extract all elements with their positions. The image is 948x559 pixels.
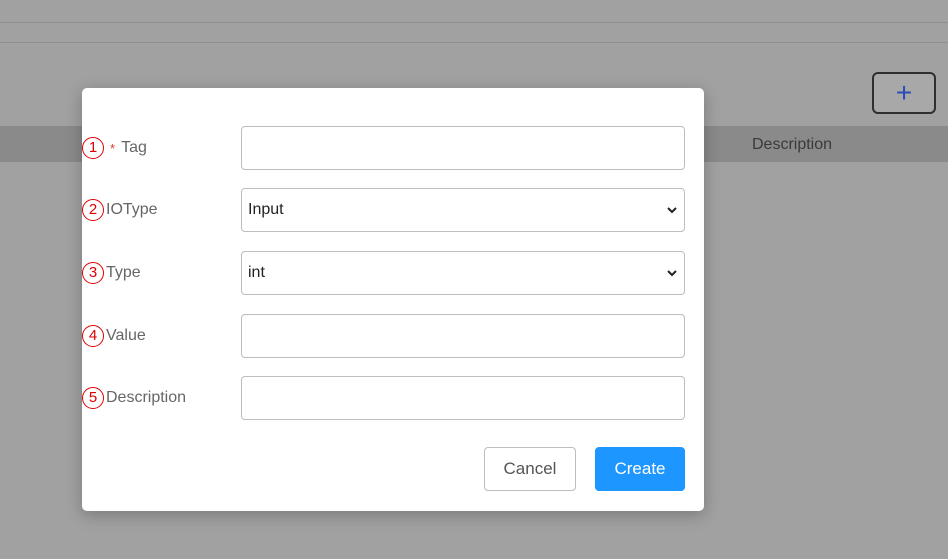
- field-label: Value: [106, 327, 146, 344]
- field-label: Description: [106, 389, 187, 406]
- plus-icon: +: [895, 77, 913, 108]
- field-label: Type: [106, 264, 141, 281]
- add-button[interactable]: +: [872, 72, 936, 114]
- iotype-select[interactable]: Input: [241, 188, 685, 232]
- description-input[interactable]: [241, 376, 685, 420]
- cancel-button[interactable]: Cancel: [484, 447, 576, 491]
- annotation-number: 1: [82, 137, 104, 159]
- chevron-down-icon: [667, 270, 677, 277]
- iotype-label: 2 IOType: [82, 188, 158, 232]
- annotation-number: 4: [82, 325, 104, 347]
- annotation-number: 3: [82, 262, 104, 284]
- divider: [0, 22, 948, 23]
- divider: [0, 42, 948, 43]
- description-label: 5 Description: [82, 376, 186, 420]
- field-label: Tag: [121, 139, 147, 156]
- type-label: 3 Type: [82, 251, 141, 295]
- annotation-number: 5: [82, 387, 104, 409]
- type-select[interactable]: int: [241, 251, 685, 295]
- value-label: 4 Value: [82, 314, 146, 358]
- form-row-type: 3 Type int: [82, 251, 704, 295]
- create-tag-dialog: 1 * Tag 2 IOType Input 3 Type int 4 Valu…: [82, 88, 704, 511]
- create-button[interactable]: Create: [595, 447, 685, 491]
- form-row-tag: 1 * Tag: [82, 126, 704, 170]
- form-row-description: 5 Description: [82, 376, 704, 420]
- table-header-description: Description: [752, 136, 833, 153]
- value-input[interactable]: [241, 314, 685, 358]
- annotation-number: 2: [82, 199, 104, 221]
- field-label: IOType: [106, 201, 158, 218]
- iotype-selected-value: Input: [248, 201, 284, 218]
- required-marker: *: [110, 140, 116, 156]
- type-selected-value: int: [248, 264, 265, 281]
- form-row-iotype: 2 IOType Input: [82, 188, 704, 232]
- tag-input[interactable]: [241, 126, 685, 170]
- form-row-value: 4 Value: [82, 314, 704, 358]
- chevron-down-icon: [667, 207, 677, 214]
- tag-label: 1 * Tag: [82, 126, 147, 170]
